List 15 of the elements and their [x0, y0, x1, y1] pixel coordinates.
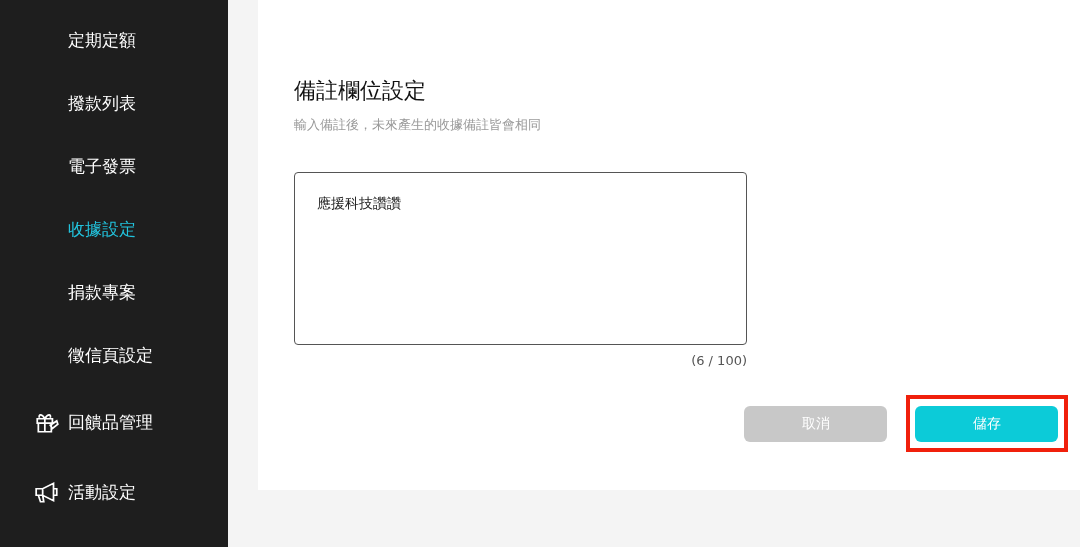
sidebar-item[interactable]: 撥款列表 [0, 72, 228, 135]
sidebar-item[interactable]: 收據設定 [0, 198, 228, 261]
character-counter: (6 / 100) [690, 353, 747, 368]
sidebar-item[interactable]: 回饋品管理 [0, 387, 228, 457]
section-subtitle: 輸入備註後，未來產生的收據備註皆會相同 [294, 116, 542, 134]
sidebar-item[interactable]: 活動設定 [0, 457, 228, 527]
megaphone-icon [34, 480, 60, 504]
sidebar-item[interactable]: 定期定額 [0, 9, 228, 72]
sidebar-label: 活動設定 [68, 480, 136, 504]
sidebar-label: 回饋品管理 [68, 410, 153, 434]
sidebar-item[interactable]: 徵信頁設定 [0, 324, 228, 387]
sidebar-item[interactable]: 捐款專案 [0, 261, 228, 324]
note-field[interactable]: 應援科技讚讚 [294, 172, 747, 345]
section-title: 備註欄位設定 [294, 77, 427, 105]
sidebar-item[interactable]: 電子發票 [0, 135, 228, 198]
